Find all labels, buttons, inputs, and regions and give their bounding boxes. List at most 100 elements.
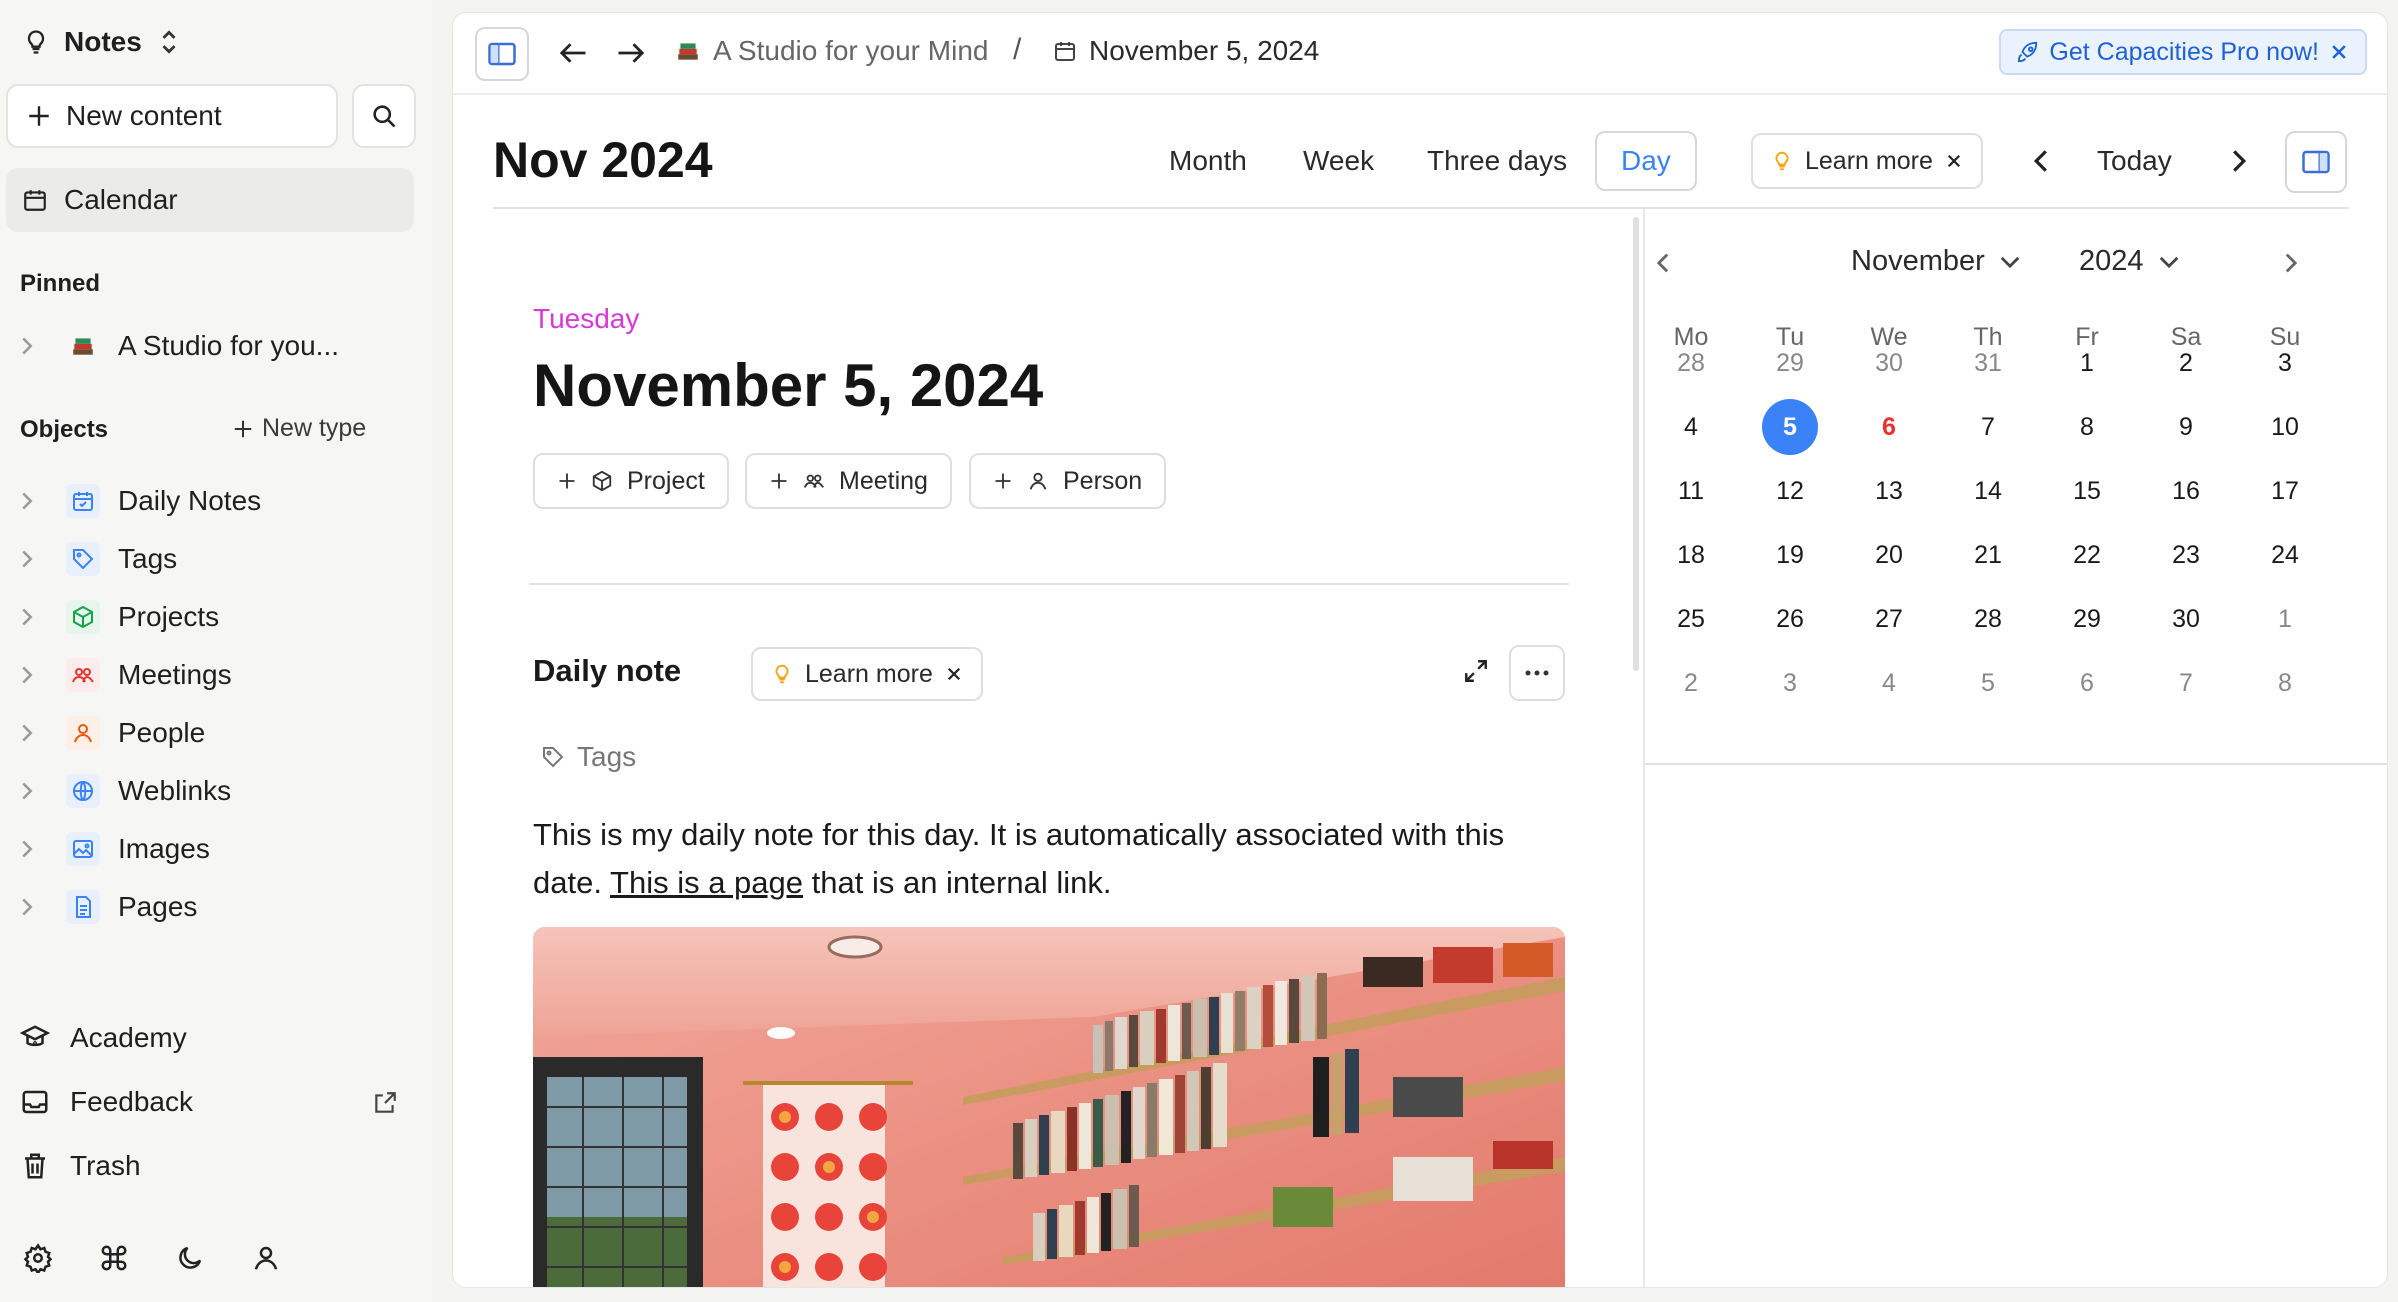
calendar-day[interactable]: 2	[2156, 335, 2216, 391]
calendar-day[interactable]: 17	[2255, 463, 2315, 519]
new-content-button[interactable]: New content	[6, 84, 338, 148]
prev-day-button[interactable]	[2021, 141, 2061, 181]
sidebar-item-meetings[interactable]: Meetings	[20, 649, 232, 701]
calendar-day[interactable]: 5	[1762, 399, 1818, 455]
scrollbar[interactable]	[1633, 217, 1639, 671]
chevron-right-icon[interactable]	[20, 549, 52, 569]
tab-month[interactable]: Month	[1169, 131, 1247, 191]
learn-more-chip[interactable]: Learn more	[1751, 133, 1983, 189]
year-select[interactable]: 2024	[2079, 245, 2180, 278]
calendar-day[interactable]: 13	[1859, 463, 1919, 519]
calendar-day[interactable]: 12	[1760, 463, 1820, 519]
right-panel-toggle-button[interactable]	[2285, 131, 2347, 193]
chevron-right-icon[interactable]	[20, 839, 52, 859]
note-image[interactable]	[533, 927, 1565, 1287]
calendar-day[interactable]: 31	[1958, 335, 2018, 391]
breadcrumb-current[interactable]: November 5, 2024	[1053, 35, 1319, 67]
calendar-day[interactable]: 28	[1661, 335, 1721, 391]
breadcrumb-space[interactable]: A Studio for your Mind	[675, 35, 988, 67]
sidebar-toggle-button[interactable]	[475, 27, 529, 81]
calendar-day[interactable]: 4	[1859, 655, 1919, 711]
calendar-day[interactable]: 22	[2057, 527, 2117, 583]
chevron-right-icon[interactable]	[20, 607, 52, 627]
pro-promo-banner[interactable]: Get Capacities Pro now!	[1999, 29, 2367, 75]
command-icon[interactable]	[96, 1240, 132, 1276]
forward-button[interactable]	[611, 33, 651, 73]
tab-week[interactable]: Week	[1303, 131, 1374, 191]
tags-field[interactable]: Tags	[541, 741, 636, 773]
calendar-day[interactable]: 30	[2156, 591, 2216, 647]
chevron-right-icon[interactable]	[20, 491, 52, 511]
calendar-day[interactable]: 2	[1661, 655, 1721, 711]
calendar-day[interactable]: 16	[2156, 463, 2216, 519]
expand-icon[interactable]	[1463, 658, 1489, 684]
calendar-day[interactable]: 27	[1859, 591, 1919, 647]
chevron-right-icon[interactable]	[20, 897, 52, 917]
sidebar-item-tags[interactable]: Tags	[20, 533, 177, 585]
calendar-day[interactable]: 3	[2255, 335, 2315, 391]
external-link-icon[interactable]	[372, 1090, 398, 1116]
month-select[interactable]: November	[1851, 245, 2021, 278]
daily-note-learn-more-chip[interactable]: Learn more	[751, 647, 983, 701]
calendar-day[interactable]: 30	[1859, 335, 1919, 391]
sidebar-item-people[interactable]: People	[20, 707, 205, 759]
calendar-day[interactable]: 23	[2156, 527, 2216, 583]
search-button[interactable]	[352, 84, 416, 148]
calendar-day[interactable]: 3	[1760, 655, 1820, 711]
chevron-right-icon[interactable]	[20, 781, 52, 801]
sidebar-item-trash[interactable]: Trash	[20, 1140, 141, 1192]
pinned-item[interactable]: A Studio for you...	[20, 320, 339, 372]
tab-day[interactable]: Day	[1595, 131, 1697, 191]
calendar-day[interactable]: 8	[2255, 655, 2315, 711]
calendar-day[interactable]: 29	[1760, 335, 1820, 391]
chevron-right-icon[interactable]	[20, 723, 52, 743]
back-button[interactable]	[553, 33, 593, 73]
calendar-day[interactable]: 20	[1859, 527, 1919, 583]
calendar-day[interactable]: 5	[1958, 655, 2018, 711]
new-type-button[interactable]: New type	[232, 414, 366, 443]
mini-cal-next-button[interactable]	[2271, 243, 2311, 283]
sidebar-item-weblinks[interactable]: Weblinks	[20, 765, 231, 817]
calendar-day[interactable]: 29	[2057, 591, 2117, 647]
calendar-day[interactable]: 7	[2156, 655, 2216, 711]
calendar-day[interactable]: 9	[2156, 399, 2216, 455]
calendar-day[interactable]: 19	[1760, 527, 1820, 583]
daily-note-body[interactable]: This is my daily note for this day. It i…	[533, 811, 1573, 907]
calendar-day[interactable]: 28	[1958, 591, 2018, 647]
calendar-day[interactable]: 6	[2057, 655, 2117, 711]
add-person-button[interactable]: Person	[969, 453, 1167, 509]
sidebar-item-images[interactable]: Images	[20, 823, 210, 875]
internal-page-link[interactable]: This is a page	[610, 865, 803, 900]
workspace-switcher[interactable]: Notes	[18, 18, 180, 66]
calendar-day[interactable]: 21	[1958, 527, 2018, 583]
add-project-button[interactable]: Project	[533, 453, 729, 509]
sidebar-item-academy[interactable]: Academy	[20, 1012, 187, 1064]
calendar-day[interactable]: 11	[1661, 463, 1721, 519]
sidebar-item-feedback[interactable]: Feedback	[20, 1076, 193, 1128]
chevron-right-icon[interactable]	[20, 665, 52, 685]
calendar-day[interactable]: 14	[1958, 463, 2018, 519]
calendar-day[interactable]: 15	[2057, 463, 2117, 519]
sidebar-item-daily-notes[interactable]: Daily Notes	[20, 475, 261, 527]
more-options-button[interactable]	[1509, 645, 1565, 701]
tab-three-days[interactable]: Three days	[1427, 131, 1567, 191]
settings-gear-icon[interactable]	[20, 1240, 56, 1276]
sidebar-item-calendar[interactable]: Calendar	[6, 168, 414, 232]
calendar-day[interactable]: 10	[2255, 399, 2315, 455]
calendar-day[interactable]: 7	[1958, 399, 2018, 455]
add-meeting-button[interactable]: Meeting	[745, 453, 952, 509]
calendar-day[interactable]: 1	[2255, 591, 2315, 647]
user-icon[interactable]	[248, 1240, 284, 1276]
calendar-day[interactable]: 24	[2255, 527, 2315, 583]
calendar-day[interactable]: 26	[1760, 591, 1820, 647]
sidebar-item-projects[interactable]: Projects	[20, 591, 219, 643]
calendar-day[interactable]: 18	[1661, 527, 1721, 583]
mini-cal-prev-button[interactable]	[1643, 243, 1683, 283]
calendar-day[interactable]: 6	[1859, 399, 1919, 455]
calendar-day[interactable]: 25	[1661, 591, 1721, 647]
calendar-day[interactable]: 4	[1661, 399, 1721, 455]
today-button[interactable]: Today	[2097, 131, 2172, 191]
next-day-button[interactable]	[2219, 141, 2259, 181]
moon-icon[interactable]	[172, 1240, 208, 1276]
calendar-day[interactable]: 8	[2057, 399, 2117, 455]
